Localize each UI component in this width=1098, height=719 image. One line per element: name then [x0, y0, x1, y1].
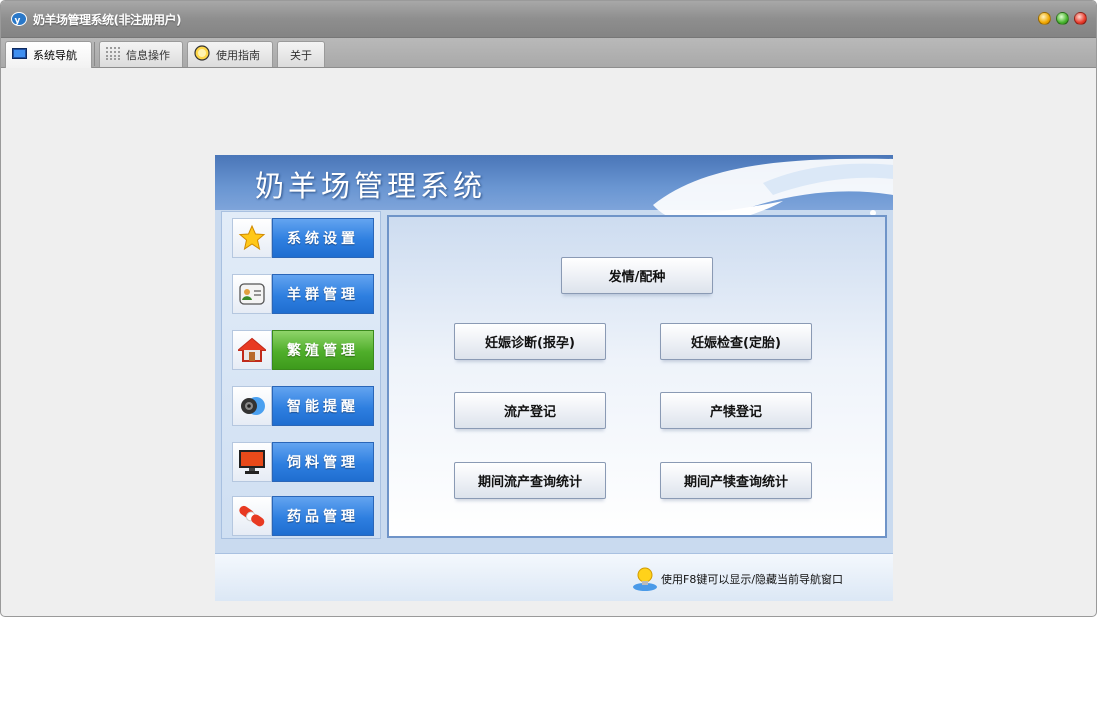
tab-label: 关于: [290, 48, 312, 62]
nav-label: 系统设置: [272, 218, 374, 258]
nav-breeding-management[interactable]: 繁殖管理: [232, 330, 374, 370]
tab-bar: 系统导航 信息操作 使用指南 关于: [1, 38, 1096, 68]
window-controls: [1038, 12, 1087, 25]
nav-label: 饲料管理: [272, 442, 374, 482]
star-icon: [232, 218, 272, 258]
tab-separator: [94, 42, 95, 66]
app-window: y 奶羊场管理系统(非注册用户) 系统导航 信息操作 使用指南 关于 奶羊场管理…: [0, 0, 1097, 617]
navigation-panel: 奶羊场管理系统 系统设置 羊群管理 繁殖管理 智能提醒 饲料管理 药品管理 发情…: [215, 155, 893, 601]
speaker-icon: [232, 386, 272, 426]
nav-flock-management[interactable]: 羊群管理: [232, 274, 374, 314]
pill-icon: [232, 496, 272, 536]
estrus-breeding-button[interactable]: 发情/配种: [561, 257, 713, 294]
pregnancy-diagnosis-button[interactable]: 妊娠诊断(报孕): [454, 323, 606, 360]
banner: 奶羊场管理系统: [215, 155, 893, 235]
maximize-button[interactable]: [1056, 12, 1069, 25]
module-nav: 系统设置 羊群管理 繁殖管理 智能提醒 饲料管理 药品管理: [221, 211, 381, 539]
window-title: 奶羊场管理系统(非注册用户): [33, 13, 181, 27]
app-logo-icon: y: [11, 12, 27, 26]
tab-about[interactable]: 关于: [277, 41, 325, 67]
nav-medicine-management[interactable]: 药品管理: [232, 496, 374, 536]
lightbulb-icon: [633, 567, 657, 591]
tab-system-nav[interactable]: 系统导航: [5, 41, 92, 68]
nav-system-settings[interactable]: 系统设置: [232, 218, 374, 258]
calving-stats-button[interactable]: 期间产犊查询统计: [660, 462, 812, 499]
tab-label: 使用指南: [216, 48, 260, 62]
f8-tip-text: 使用F8键可以显示/隐藏当前导航窗口: [661, 573, 844, 586]
guide-icon: [194, 45, 210, 64]
tab-user-guide[interactable]: 使用指南: [187, 41, 273, 67]
contacts-icon: [232, 274, 272, 314]
title-bar[interactable]: y 奶羊场管理系统(非注册用户): [1, 1, 1096, 38]
nav-label: 繁殖管理: [272, 330, 374, 370]
house-icon: [232, 330, 272, 370]
nav-feed-management[interactable]: 饲料管理: [232, 442, 374, 482]
pregnancy-check-button[interactable]: 妊娠检查(定胎): [660, 323, 812, 360]
banner-title: 奶羊场管理系统: [255, 169, 487, 203]
nav-label: 羊群管理: [272, 274, 374, 314]
tab-info-ops[interactable]: 信息操作: [99, 41, 183, 67]
monitor-icon: [12, 47, 27, 63]
grid-icon: [106, 46, 120, 63]
footer-bar: 使用F8键可以显示/隐藏当前导航窗口: [215, 553, 893, 601]
nav-label: 药品管理: [272, 496, 374, 536]
svg-text:y: y: [15, 16, 21, 26]
nav-label: 智能提醒: [272, 386, 374, 426]
nav-smart-reminder[interactable]: 智能提醒: [232, 386, 374, 426]
monitor-icon: [232, 442, 272, 482]
abortion-register-button[interactable]: 流产登记: [454, 392, 606, 429]
minimize-button[interactable]: [1038, 12, 1051, 25]
abortion-stats-button[interactable]: 期间流产查询统计: [454, 462, 606, 499]
close-button[interactable]: [1074, 12, 1087, 25]
tab-label: 系统导航: [33, 49, 77, 62]
calving-register-button[interactable]: 产犊登记: [660, 392, 812, 429]
function-area: 发情/配种 妊娠诊断(报孕) 妊娠检查(定胎) 流产登记 产犊登记 期间流产查询…: [387, 215, 887, 538]
tab-label: 信息操作: [126, 48, 170, 62]
